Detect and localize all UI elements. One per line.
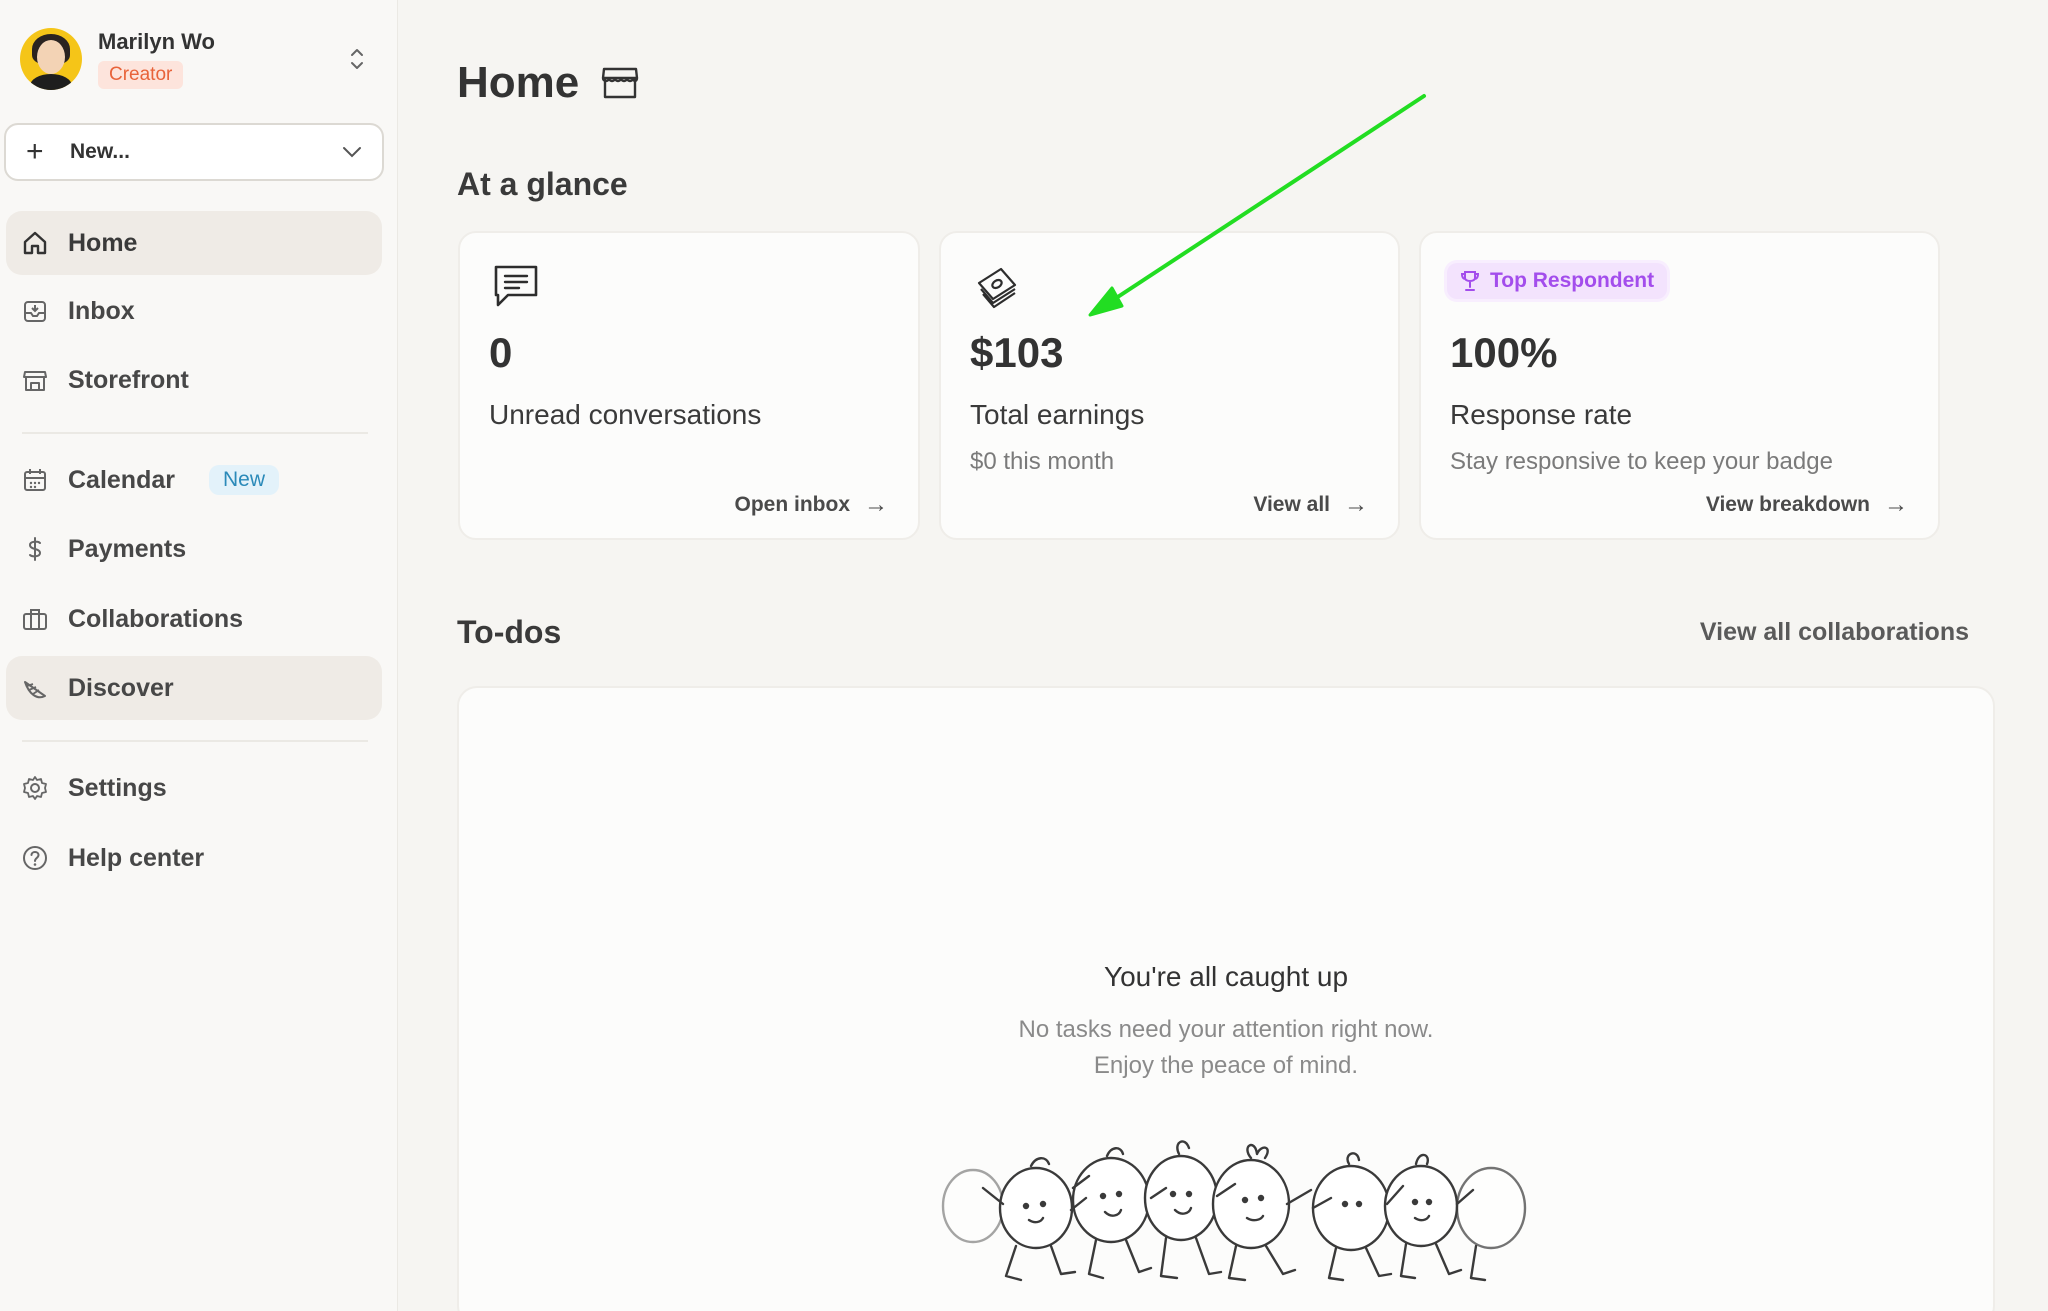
view-breakdown-link[interactable]: View breakdown → <box>1706 491 1908 519</box>
view-all-collaborations-link[interactable]: View all collaborations <box>1700 618 1969 647</box>
gear-icon <box>20 773 50 803</box>
sidebar-divider <box>22 740 368 742</box>
sidebar-item-label: Payments <box>68 534 187 563</box>
empty-state-title: You're all caught up <box>1103 961 1349 992</box>
empty-state-text: Enjoy the peace of mind. <box>1093 1052 1359 1079</box>
chat-icon <box>494 265 538 307</box>
arrow-right-icon: → <box>1884 491 1908 518</box>
card-value: $103 <box>970 329 1064 376</box>
response-rate-card: Top Respondent 100% Response rate Stay r… <box>1419 231 1940 540</box>
view-all-earnings-link[interactable]: View all → <box>1253 491 1368 519</box>
page-title-text: Home <box>457 58 580 107</box>
discover-icon <box>20 673 50 703</box>
chevron-up-down-icon[interactable] <box>346 44 368 74</box>
sidebar-item-home[interactable]: Home <box>6 211 382 275</box>
badge-label: Top Respondent <box>1490 269 1655 292</box>
sidebar-item-settings[interactable]: Settings <box>6 756 382 820</box>
page-title: Home <box>457 58 639 108</box>
plus-icon: + <box>26 135 44 168</box>
sidebar-item-label: Inbox <box>68 296 135 325</box>
sidebar-item-label: Collaborations <box>68 604 244 633</box>
card-value: 0 <box>489 329 513 376</box>
storefront-icon <box>602 67 639 99</box>
sidebar-divider <box>22 432 368 434</box>
avatar <box>20 28 82 90</box>
at-a-glance-heading: At a glance <box>457 166 628 202</box>
trophy-icon <box>1460 271 1480 291</box>
profile-name: Marilyn Wo <box>98 29 215 54</box>
todos-panel: You're all caught up No tasks need your … <box>457 686 1995 1311</box>
card-link-label: Open inbox <box>734 493 851 516</box>
arrow-right-icon: → <box>1344 491 1368 518</box>
card-label: Response rate <box>1450 399 1633 430</box>
sidebar-item-label: Calendar <box>68 465 175 494</box>
briefcase-icon <box>20 604 50 634</box>
sidebar-item-help-center[interactable]: Help center <box>6 826 382 890</box>
sidebar-item-storefront[interactable]: Storefront <box>6 348 382 412</box>
card-label: Total earnings <box>970 399 1145 430</box>
dancing-fruit-illustration <box>941 1140 1527 1282</box>
money-stack-icon <box>977 267 1017 309</box>
new-button-label: New... <box>70 140 130 163</box>
calendar-icon <box>20 465 50 495</box>
card-link-label: View all <box>1253 493 1330 516</box>
profile-switcher[interactable]: Marilyn Wo Creator <box>20 24 380 94</box>
open-inbox-link[interactable]: Open inbox → <box>735 491 889 519</box>
arrow-right-icon: → <box>864 491 888 518</box>
card-subtext: $0 this month <box>970 448 1115 475</box>
sidebar-item-discover[interactable]: Discover <box>6 656 382 720</box>
card-value: 100% <box>1450 329 1558 376</box>
dollar-icon <box>20 534 50 564</box>
chevron-down-icon <box>343 147 361 158</box>
role-badge: Creator <box>98 61 184 89</box>
sidebar: Marilyn Wo Creator + New... Home Inbox S… <box>0 0 398 1311</box>
sidebar-item-collaborations[interactable]: Collaborations <box>6 587 382 651</box>
total-earnings-card: $103 Total earnings $0 this month View a… <box>939 231 1400 540</box>
sidebar-item-inbox[interactable]: Inbox <box>6 279 382 343</box>
sidebar-item-label: Storefront <box>68 365 189 394</box>
empty-state-text: No tasks need your attention right now. <box>1018 1016 1434 1043</box>
top-respondent-badge: Top Respondent <box>1447 263 1668 299</box>
card-label: Unread conversations <box>489 399 762 430</box>
storefront-icon <box>20 365 50 395</box>
sidebar-item-label: Discover <box>68 673 174 702</box>
sidebar-item-label: Home <box>68 228 138 257</box>
inbox-icon <box>20 296 50 326</box>
home-icon <box>20 228 50 258</box>
sidebar-item-calendar[interactable]: Calendar New <box>6 448 382 512</box>
help-icon <box>20 843 50 873</box>
new-badge: New <box>208 465 279 495</box>
sidebar-item-label: Settings <box>68 773 167 802</box>
todos-heading: To-dos <box>457 614 562 650</box>
main-content: Home At a glance 0 Unread conversations … <box>398 0 2048 1311</box>
sidebar-item-payments[interactable]: Payments <box>6 517 382 581</box>
card-link-label: View breakdown <box>1705 493 1870 516</box>
unread-conversations-card: 0 Unread conversations Open inbox → <box>458 231 920 540</box>
new-button[interactable]: + New... <box>4 123 384 181</box>
card-subtext: Stay responsive to keep your badge <box>1450 448 1833 475</box>
sidebar-item-label: Help center <box>68 843 205 872</box>
